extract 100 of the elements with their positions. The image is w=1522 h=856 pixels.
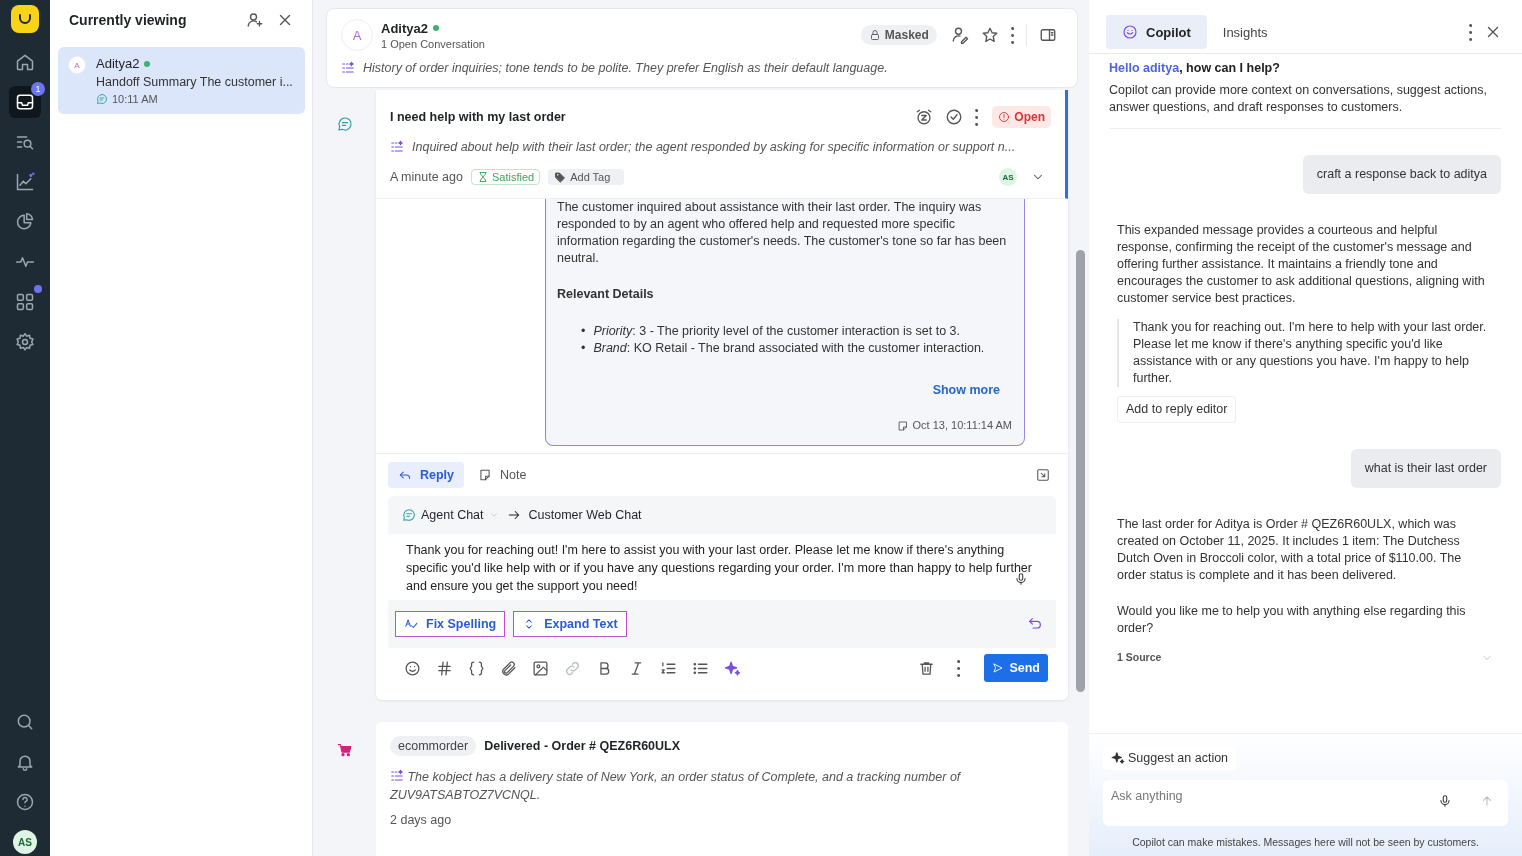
reply-icon (398, 468, 412, 482)
alert-icon (998, 111, 1011, 123)
link-icon (563, 659, 581, 677)
image-icon (531, 659, 549, 677)
chat-icon (402, 508, 416, 522)
ai-action-button[interactable]: Fix Spelling (395, 611, 506, 637)
hash-icon (435, 659, 453, 677)
assistant-message: Would you like me to help you with anything else regarding this order? (1117, 603, 1467, 637)
hourglass-icon (476, 171, 489, 183)
notification-badge: 1 (31, 82, 45, 96)
show-more-link[interactable]: Show more (932, 382, 1000, 399)
more-icon (975, 108, 979, 126)
message-preview: Handoff Summary The customer i... (96, 75, 293, 89)
event-title: Delivered - Order # QEZ6R60ULX (484, 739, 681, 753)
open-conversations-count: 1 Open Conversation (381, 37, 485, 50)
assignee-avatar: AS (999, 168, 1017, 186)
inbox-icon (15, 92, 35, 112)
check-circle-icon (945, 108, 964, 126)
contact-name: Aditya2 (381, 20, 428, 36)
user-plus-icon (246, 11, 264, 29)
conversation-summary: Inquired about help with their last order; the agent responded by asking for specific information or support n... (412, 140, 1016, 154)
undo-icon (1027, 616, 1043, 632)
panel-icon (1039, 26, 1057, 44)
dictate-button[interactable] (1014, 572, 1028, 586)
mic-icon (1014, 572, 1028, 586)
user-message: what is their last order (1350, 449, 1501, 488)
conversation-title: I need help with my last order (390, 110, 566, 124)
tag-icon (554, 171, 567, 183)
timestamp: 10:11 AM (112, 93, 158, 105)
note-icon (896, 419, 909, 432)
channel-selector[interactable]: Agent Chat (402, 508, 499, 522)
masked-badge: Masked (860, 25, 937, 45)
sparkles-icon (1111, 751, 1125, 765)
ai-action-button[interactable]: Expand Text (513, 611, 627, 637)
send-button[interactable]: Send (984, 654, 1048, 682)
home-icon (15, 52, 35, 72)
settings-icon (15, 332, 35, 352)
destination-channel: Customer Web Chat (528, 508, 642, 522)
intro-text: Copilot can provide more context on conversations, suggest actions, answer questions, and draft responses to customers. (1109, 82, 1488, 116)
more-icon (956, 659, 961, 677)
panel-tab[interactable]: Copilot (1106, 15, 1207, 49)
draft-reply: Thank you for reaching out. I'm here to help with your last order. Please let me know if there's anything specific you'd like assistance with or any questions you have. I'm happy to help further. (1117, 319, 1493, 387)
detail-item: Brand: KO Retail - The brand associated with the customer interaction. (593, 340, 985, 357)
chart-icon (15, 172, 35, 192)
status-badge: Open (992, 106, 1051, 128)
summary-icon (390, 140, 404, 154)
ask-field[interactable]: Ask anything (1103, 780, 1508, 826)
star-icon (980, 26, 999, 44)
timestamp: 2 days ago (390, 813, 452, 827)
sentiment-badge: Satisfied (470, 169, 541, 185)
user-message: craft a response back to aditya (1302, 155, 1501, 194)
bullet: • (581, 323, 586, 340)
more-icon (1468, 23, 1472, 41)
lock-icon (868, 29, 881, 41)
greeting-text: Hello aditya, how can I help? (1109, 60, 1281, 77)
panel-tab[interactable]: Insights (1206, 15, 1284, 49)
pie-chart-icon (15, 212, 35, 232)
summary-icon (390, 769, 404, 783)
add-to-editor-button[interactable]: Add to reply editor (1117, 396, 1237, 423)
arrow-right-icon (506, 508, 521, 522)
panel-title: Currently viewing (69, 12, 188, 28)
event-tag: ecommorder (390, 736, 477, 756)
composer-tab[interactable]: Reply (388, 462, 465, 488)
sparkles-icon (723, 659, 741, 677)
chat-icon (336, 116, 353, 132)
contact-avatar: A (68, 56, 86, 74)
trash-icon (917, 659, 935, 677)
add-tag-button[interactable]: Add Tag (548, 169, 625, 185)
assistant-message: The last order for Aditya is Order # QEZ6R60ULX, which was created on October 11, 2025. It includes 1 item: The Dutchess Dutch Oven in Broccoli color, with a total price of $110.00. The order status is complete and it has been delivered. (1117, 516, 1463, 584)
copilot-icon (1122, 24, 1138, 40)
user-avatar[interactable]: AS (13, 830, 37, 854)
send-icon (992, 662, 1005, 674)
conversation-item[interactable]: A Aditya2 Handoff Summary The customer i... 10:11 AM (58, 47, 305, 114)
summary-paragraph: The customer inquired about assistance with their last order. The inquiry was responded to by an agent who offered help and requested more specific information regarding the customer's needs. The customer's tone so far has been neutral. (557, 199, 1008, 267)
attachment-icon (499, 659, 517, 677)
mic-icon (1438, 794, 1452, 808)
summary-icon (341, 61, 355, 75)
detail-item: Priority: 3 - The priority level of the customer interaction is set to 3. (593, 323, 960, 340)
timestamp: A minute ago (390, 170, 463, 184)
spell-check-icon (404, 617, 418, 631)
timestamp: Oct 13, 10:11:14 AM (912, 418, 1012, 433)
bullet: • (581, 340, 586, 357)
user-edit-icon (950, 26, 969, 44)
apps-icon (15, 292, 35, 312)
chat-icon (96, 93, 108, 105)
contact-name: Aditya2 (96, 56, 140, 71)
contact-avatar: A (341, 19, 373, 51)
reply-input[interactable]: Thank you for reaching out! I'm here to assist you with your last order. Please let me know if there's anything specific you'd like help with or if you have any questions regarding your order. I'm more than happy to help further and ensure you get the support you need! (388, 534, 1056, 600)
send-icon (1480, 794, 1494, 808)
braces-icon (467, 659, 485, 677)
alarm-icon (915, 108, 934, 126)
composer-tab[interactable]: Note (468, 462, 537, 488)
emoji-icon (403, 659, 421, 677)
help-icon (15, 792, 35, 812)
sources-toggle[interactable]: 1 Source (1117, 649, 1162, 666)
expand-icon (1036, 468, 1050, 482)
contact-summary: History of order inquiries; tone tends to be polite. They prefer English as their default language. (363, 61, 888, 75)
more-icon (1010, 26, 1014, 44)
chevron-down-icon (488, 510, 499, 520)
note-icon (478, 468, 493, 482)
